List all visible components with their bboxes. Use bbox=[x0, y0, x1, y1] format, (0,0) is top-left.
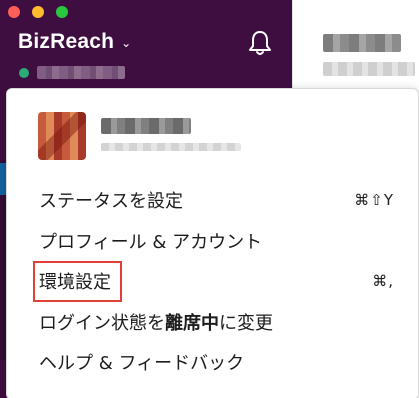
blurred-header-sub bbox=[323, 62, 415, 76]
profile-header[interactable] bbox=[38, 109, 398, 161]
menu-item-label: プロフィール & アカウント bbox=[39, 232, 263, 253]
blurred-user-name bbox=[37, 66, 125, 79]
avatar bbox=[38, 112, 86, 160]
user-menu: ステータスを設定 ⌘⇧Y プロフィール & アカウント 環境設定 ⌘, ログイン… bbox=[6, 88, 419, 398]
label-part: に変更 bbox=[219, 313, 273, 334]
window-zoom-button[interactable] bbox=[56, 6, 68, 18]
menu-item-set-status[interactable]: ステータスを設定 ⌘⇧Y bbox=[39, 185, 394, 215]
workspace-name: BizReach bbox=[18, 30, 115, 53]
label-part-bold: 離席中 bbox=[165, 313, 219, 334]
menu-item-preferences[interactable]: 環境設定 ⌘, bbox=[33, 260, 394, 302]
menu-item-label: ステータスを設定 bbox=[39, 191, 183, 212]
keyboard-shortcut: ⌘⇧Y bbox=[354, 191, 394, 209]
menu-item-set-away[interactable]: ログイン状態を離席中に変更 bbox=[39, 307, 394, 337]
window-minimize-button[interactable] bbox=[32, 6, 44, 18]
keyboard-shortcut: ⌘, bbox=[372, 272, 394, 290]
chevron-down-icon: ⌄ bbox=[121, 36, 132, 50]
menu-item-label: ログイン状態を離席中に変更 bbox=[39, 309, 273, 335]
menu-item-label: ヘルプ & フィードバック bbox=[39, 353, 245, 374]
workspace-switcher[interactable]: BizReach ⌄ bbox=[18, 30, 131, 54]
bell-icon[interactable] bbox=[245, 28, 275, 58]
menu-item-profile-account[interactable]: プロフィール & アカウント bbox=[39, 226, 394, 256]
menu-item-label: 環境設定 bbox=[33, 260, 122, 302]
blurred-profile-name bbox=[101, 118, 191, 134]
presence-status-icon bbox=[19, 68, 29, 78]
menu-item-help-feedback[interactable]: ヘルプ & フィードバック bbox=[39, 347, 394, 377]
blurred-header-title bbox=[323, 34, 401, 52]
window-close-button[interactable] bbox=[8, 6, 20, 18]
label-part: ログイン状態を bbox=[39, 313, 165, 334]
blurred-profile-detail bbox=[101, 143, 241, 151]
